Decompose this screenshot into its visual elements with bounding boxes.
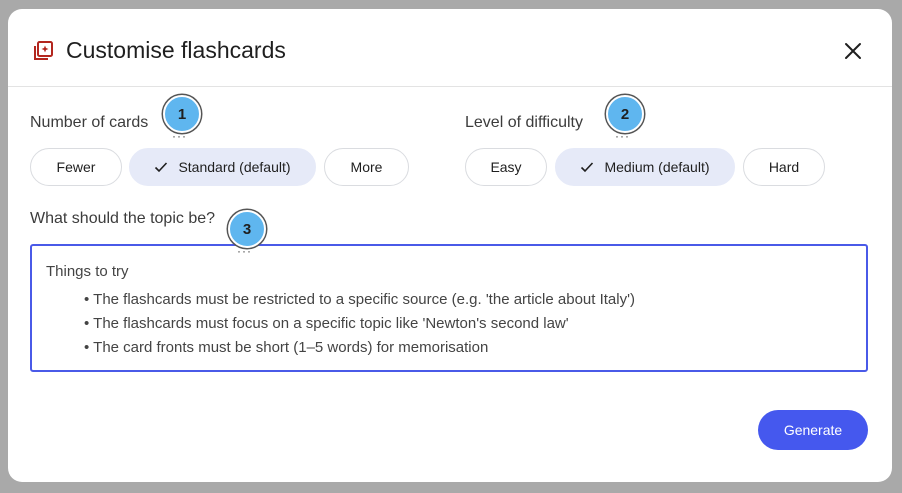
topic-input[interactable]: Things to try The flashcards must be res… [30,244,868,372]
marker-1: 1 [163,95,201,133]
marker-dots-icon: ··· [237,244,252,258]
topic-tip: The card fronts must be short (1–5 words… [84,336,635,360]
topic-tip: The flashcards must be restricted to a s… [84,288,635,312]
chip-more[interactable]: More [324,148,409,186]
customise-flashcards-dialog: Customise flashcards Number of cards Few… [8,9,892,482]
generate-button[interactable]: Generate [758,410,868,450]
marker-dots-icon: ··· [615,129,630,143]
difficulty-label: Level of difficulty [465,114,583,131]
chip-hard[interactable]: Hard [743,148,825,186]
check-icon [581,162,594,173]
chip-label: Fewer [56,159,96,175]
topic-tips-list: The flashcards must be restricted to a s… [84,288,635,360]
chip-fewer[interactable]: Fewer [30,148,122,186]
chip-medium[interactable]: Medium (default) [555,148,735,186]
chip-label: Hard [768,159,800,175]
number-of-cards-label: Number of cards [30,114,149,131]
close-icon[interactable] [842,40,864,62]
marker-3: 3 [228,210,266,248]
chip-label: Standard (default) [178,159,291,175]
topic-tip: The flashcards must focus on a specific … [84,312,635,336]
marker-2: 2 [606,95,644,133]
dialog-header: Customise flashcards [8,9,892,87]
chip-label: Medium (default) [604,159,710,175]
chip-label: Easy [490,159,522,175]
flashcards-icon [34,41,53,60]
topic-label: What should the topic be? [30,210,216,227]
topic-placeholder-heading: Things to try [46,263,129,280]
chip-standard[interactable]: Standard (default) [129,148,316,186]
check-icon [155,162,168,173]
chip-label: More [350,159,383,175]
dialog-title: Customise flashcards [66,37,286,63]
marker-dots-icon: ··· [172,129,187,143]
chip-easy[interactable]: Easy [465,148,547,186]
